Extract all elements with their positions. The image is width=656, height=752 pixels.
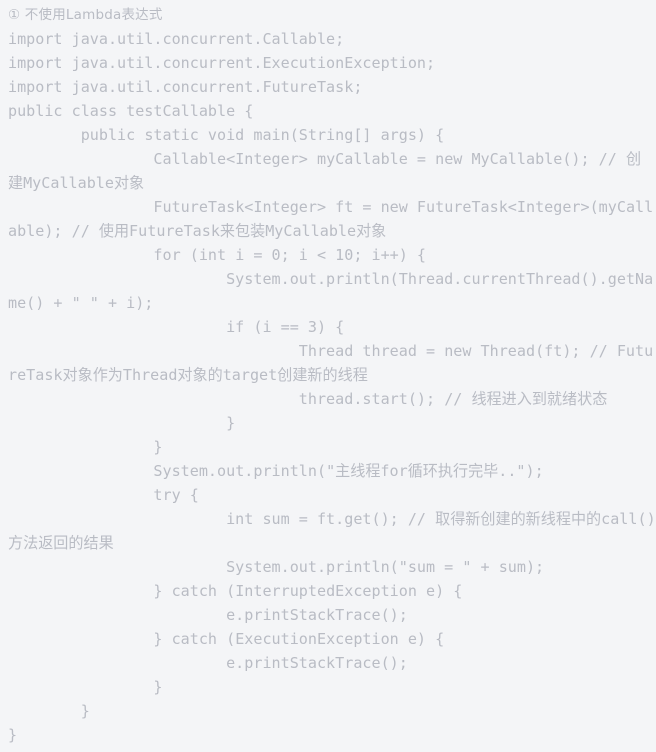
code-line: import java.util.concurrent.FutureTask; xyxy=(8,78,363,96)
code-line: Thread thread = new Thread(ft); // Futur… xyxy=(8,342,654,384)
code-line: e.printStackTrace(); xyxy=(8,654,408,672)
code-line: } xyxy=(8,726,18,744)
code-block: import java.util.concurrent.Callable; im… xyxy=(0,27,656,747)
code-line: e.printStackTrace(); xyxy=(8,606,408,624)
page-title: ① 不使用Lambda表达式 xyxy=(8,7,163,23)
code-line: try { xyxy=(8,486,199,504)
code-line: for (int i = 0; i < 10; i++) { xyxy=(8,246,427,264)
code-line: System.out.println(Thread.currentThread(… xyxy=(8,270,654,312)
code-line: public class testCallable { xyxy=(8,102,254,120)
code-line: } xyxy=(8,438,163,456)
code-line: thread.start(); // 线程进入到就绪状态 xyxy=(8,390,608,408)
code-line: } xyxy=(8,678,163,696)
code-line: System.out.println("主线程for循环执行完毕.."); xyxy=(8,462,544,480)
code-line: Callable<Integer> myCallable = new MyCal… xyxy=(8,150,642,192)
code-line: FutureTask<Integer> ft = new FutureTask<… xyxy=(8,198,654,240)
code-line: public static void main(String[] args) { xyxy=(8,126,445,144)
code-line: import java.util.concurrent.ExecutionExc… xyxy=(8,54,436,72)
code-line: if (i == 3) { xyxy=(8,318,345,336)
code-snippet-page: ① 不使用Lambda表达式 import java.util.concurre… xyxy=(0,0,656,752)
code-line: } catch (ExecutionException e) { xyxy=(8,630,445,648)
code-line: } xyxy=(8,414,236,432)
code-line: } xyxy=(8,702,90,720)
code-line: } catch (InterruptedException e) { xyxy=(8,582,463,600)
code-line: System.out.println("sum = " + sum); xyxy=(8,558,545,576)
code-line: import java.util.concurrent.Callable; xyxy=(8,30,345,48)
code-line: int sum = ft.get(); // 取得新创建的新线程中的call()… xyxy=(8,510,656,552)
